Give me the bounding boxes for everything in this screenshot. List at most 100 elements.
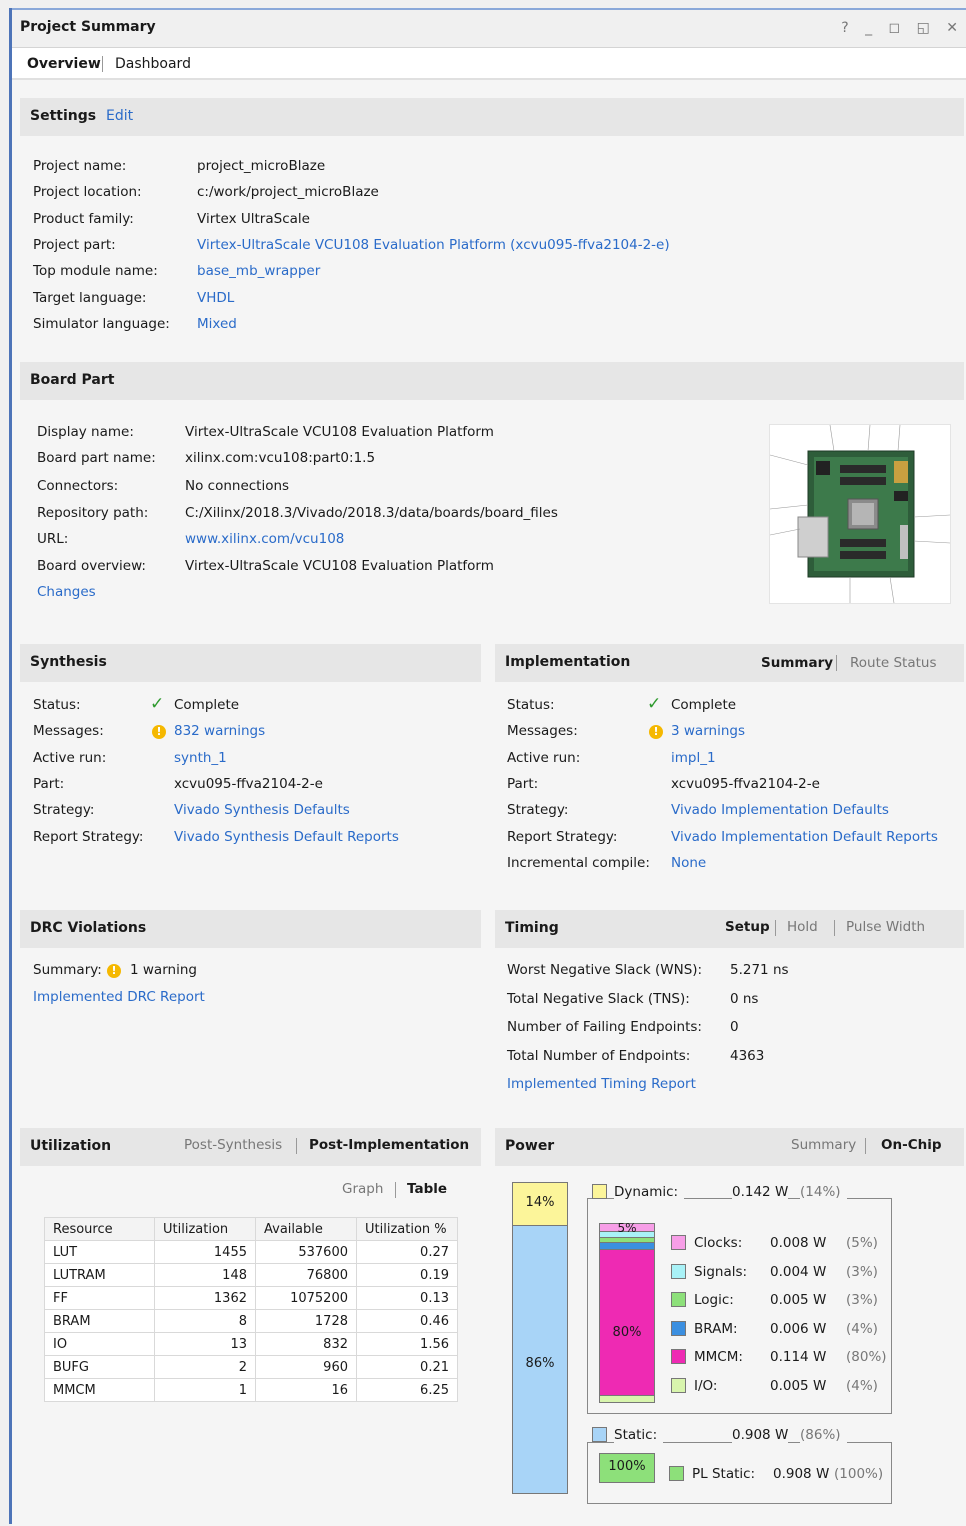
part-value: xcvu095-ffva2104-2-e — [174, 775, 323, 792]
settings-label: Project name: — [33, 158, 127, 174]
board-changes-link[interactable]: Changes — [37, 584, 96, 600]
settings-label: Project location: — [33, 184, 142, 201]
board-value: xilinx.com:vcu108:part0:1.5 — [185, 450, 376, 466]
breakdown-mid-label: 80% — [612, 1325, 642, 1340]
static-bar-label: 86% — [525, 1355, 555, 1371]
breakdown-pct: (3%) — [846, 1263, 878, 1280]
breakdown-swatch — [671, 1263, 686, 1279]
breakdown-pct: (5%) — [846, 1235, 878, 1251]
timing-report-link[interactable]: Implemented Timing Report — [507, 1076, 696, 1092]
pl-static-value: 0.908 W — [773, 1466, 830, 1482]
power-tab-on-chip[interactable]: On-Chip — [881, 1137, 942, 1153]
implementation-value-link[interactable]: Vivado Implementation Defaults — [671, 802, 889, 818]
tab-overview[interactable]: Overview — [27, 56, 101, 72]
timing-label: Worst Negative Slack (WNS): — [507, 962, 703, 978]
timing-tab-pulse-width[interactable]: Pulse Width — [846, 919, 925, 935]
breakdown-value: 0.006 W — [770, 1320, 827, 1337]
messages-link[interactable]: 3 warnings — [671, 723, 745, 739]
number-cell: 1728 — [255, 1309, 357, 1333]
settings-label: Top module name: — [33, 263, 158, 280]
timing-value: 4363 — [730, 1048, 765, 1065]
synthesis-label: Part: — [33, 775, 65, 792]
breakdown-swatch — [671, 1292, 686, 1308]
board-value: Virtex-UltraScale VCU108 Evaluation Plat… — [185, 424, 494, 440]
messages-link[interactable]: 832 warnings — [174, 723, 265, 739]
board-image — [769, 424, 951, 604]
settings-label: Product family: — [33, 210, 134, 227]
util-view-graph[interactable]: Graph — [342, 1181, 383, 1197]
implementation-value-link[interactable]: impl_1 — [671, 750, 716, 766]
warning-icon: ! — [649, 725, 663, 740]
power-tab-summary[interactable]: Summary — [791, 1137, 856, 1153]
synthesis-label: Active run: — [33, 749, 107, 766]
window-controls-icon[interactable]: ? _ ◻ ◱ ✕ — [841, 20, 964, 36]
settings-value-link[interactable]: VHDL — [197, 290, 234, 306]
tab-separator — [775, 920, 776, 936]
table-row: FF 1362 1075200 0.13 — [44, 1286, 458, 1310]
implementation-title: Implementation — [505, 654, 631, 670]
breakdown-value: 0.114 W — [770, 1349, 827, 1366]
tab-dashboard[interactable]: Dashboard — [115, 56, 191, 72]
breakdown-swatch — [671, 1235, 686, 1250]
board-label: Board overview: — [37, 558, 146, 574]
settings-label: Target language: — [33, 289, 147, 306]
drc-report-link[interactable]: Implemented DRC Report — [33, 989, 205, 1005]
settings-header: Settings Edit — [20, 98, 964, 136]
settings-value: Virtex UltraScale — [197, 210, 310, 227]
board-label: Connectors: — [37, 478, 119, 494]
drc-title: DRC Violations — [30, 920, 147, 936]
board-label: Display name: — [37, 424, 134, 440]
synthesis-value-link[interactable]: Vivado Synthesis Default Reports — [174, 829, 399, 845]
settings-edit-link[interactable]: Edit — [106, 108, 133, 124]
number-cell: 832 — [255, 1332, 357, 1356]
implementation-value-link[interactable]: Vivado Implementation Default Reports — [671, 829, 938, 845]
timing-tab-hold[interactable]: Hold — [787, 919, 818, 935]
number-cell: 148 — [154, 1263, 256, 1287]
drc-summary-value: 1 warning — [130, 962, 197, 978]
synthesis-header: Synthesis — [20, 644, 481, 682]
check-icon: ✓ — [150, 694, 165, 714]
timing-value: 5.271 ns — [730, 962, 789, 978]
impl-tab-route-status[interactable]: Route Status — [850, 655, 937, 671]
resource-cell: FF — [44, 1286, 155, 1310]
util-view-table[interactable]: Table — [407, 1181, 447, 1197]
timing-tab-setup[interactable]: Setup — [725, 919, 770, 935]
implementation-value-link[interactable]: None — [671, 855, 706, 871]
implementation-label: Messages: — [507, 723, 578, 740]
settings-value: c:/work/project_microBlaze — [197, 184, 379, 201]
breakdown-label: Logic: — [694, 1292, 734, 1309]
breakdown-top-label: 5% — [617, 1221, 637, 1235]
warning-icon: ! — [107, 964, 121, 978]
board-part-title: Board Part — [30, 372, 115, 388]
breakdown-value: 0.004 W — [770, 1263, 827, 1280]
util-tab-post-implementation[interactable]: Post-Implementation — [309, 1137, 469, 1153]
settings-label: Project part: — [33, 236, 116, 253]
impl-tab-summary[interactable]: Summary — [761, 655, 833, 671]
breakdown-label: I/O: — [694, 1378, 718, 1394]
tab-bar: Overview Dashboard — [12, 48, 966, 80]
timing-header: Timing Setup Hold Pulse Width — [495, 910, 964, 948]
timing-value: 0 — [730, 1019, 739, 1036]
board-url-link[interactable]: www.xilinx.com/vcu108 — [185, 531, 344, 547]
synthesis-value-link[interactable]: synth_1 — [174, 750, 227, 766]
tab-separator — [395, 1182, 396, 1198]
settings-value-link[interactable]: Mixed — [197, 316, 237, 332]
synthesis-value-link[interactable]: Vivado Synthesis Defaults — [174, 802, 350, 818]
power-header: Power Summary On-Chip — [495, 1128, 964, 1166]
project-summary-window: Project Summary ? _ ◻ ◱ ✕ Overview Dashb… — [12, 8, 966, 1526]
tab-separator — [296, 1138, 297, 1154]
number-cell: 0.21 — [356, 1355, 458, 1379]
breakdown-value: 0.008 W — [770, 1235, 827, 1251]
status-value: Complete — [671, 697, 737, 713]
number-cell: 13 — [154, 1332, 256, 1356]
dynamic-value: 0.142 W — [732, 1184, 789, 1200]
breakdown-pct: (80%) — [846, 1349, 887, 1366]
util-tab-post-synthesis[interactable]: Post-Synthesis — [184, 1137, 282, 1153]
settings-value-link[interactable]: base_mb_wrapper — [197, 263, 320, 279]
drc-summary-label: Summary: — [33, 962, 102, 978]
static-pct: (86%) — [800, 1427, 847, 1443]
board-value: No connections — [185, 478, 290, 494]
settings-value-link[interactable]: Virtex-UltraScale VCU108 Evaluation Plat… — [197, 237, 670, 253]
pl-static-bar-label: 100% — [608, 1459, 646, 1474]
number-cell: 8 — [154, 1309, 256, 1333]
